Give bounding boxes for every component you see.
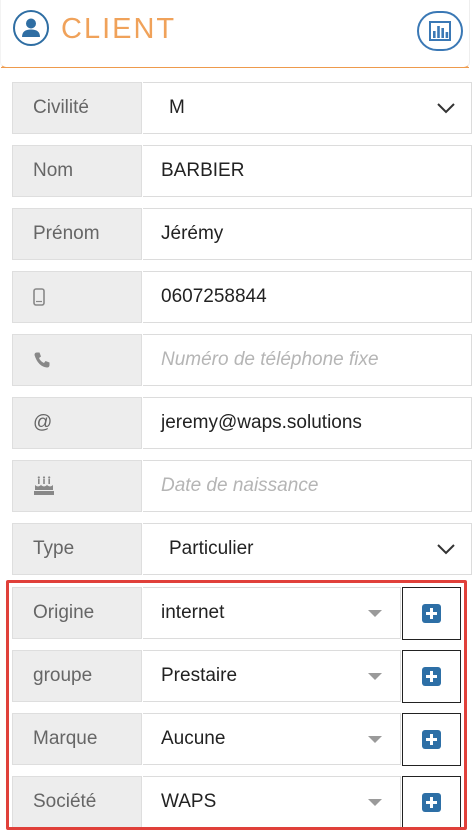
mobile-phone-icon — [33, 288, 45, 306]
add-societe-button[interactable] — [402, 776, 461, 829]
plus-square-icon — [422, 667, 441, 686]
nom-input[interactable]: BARBIER — [143, 145, 472, 197]
statistics-button[interactable] — [417, 11, 463, 51]
type-label: Type — [12, 523, 142, 575]
prenom-input[interactable]: Jérémy — [143, 208, 472, 260]
groupe-value: Prestaire — [161, 665, 238, 686]
caret-down-icon — [368, 736, 382, 743]
email-input[interactable]: jeremy@waps.solutions — [143, 397, 472, 449]
marque-select[interactable]: Aucune — [143, 713, 401, 765]
civilite-select[interactable]: M — [143, 82, 472, 134]
nom-label: Nom — [12, 145, 142, 197]
phone-icon — [34, 352, 50, 368]
societe-value: WAPS — [161, 791, 217, 812]
prenom-value: Jérémy — [161, 223, 224, 244]
naissance-label — [12, 460, 142, 512]
civilite-label: Civilité — [12, 82, 142, 134]
chevron-down-icon — [437, 103, 455, 114]
groupe-label: groupe — [12, 650, 142, 702]
origine-select[interactable]: internet — [143, 587, 401, 639]
add-marque-button[interactable] — [402, 713, 461, 766]
civilite-value: M — [169, 97, 185, 118]
fixe-input[interactable]: Numéro de téléphone fixe — [143, 334, 472, 386]
type-select[interactable]: Particulier — [143, 523, 472, 575]
user-icon — [13, 10, 49, 46]
bar-chart-icon — [429, 21, 451, 41]
mobile-label — [12, 271, 142, 323]
caret-down-icon — [368, 673, 382, 680]
marque-value: Aucune — [161, 728, 226, 749]
plus-square-icon — [422, 730, 441, 749]
fixe-placeholder: Numéro de téléphone fixe — [161, 349, 379, 370]
mobile-input[interactable]: 0607258844 — [143, 271, 472, 323]
mobile-value: 0607258844 — [161, 286, 267, 307]
marque-label: Marque — [12, 713, 142, 765]
add-groupe-button[interactable] — [402, 650, 461, 703]
societe-label: Société — [12, 776, 142, 828]
fixe-label — [12, 334, 142, 386]
page-title: CLIENT — [61, 13, 177, 45]
origine-label: Origine — [12, 587, 142, 639]
origine-value: internet — [161, 602, 225, 623]
birthday-cake-icon — [34, 476, 54, 495]
societe-select[interactable]: WAPS — [143, 776, 401, 828]
caret-down-icon — [368, 799, 382, 806]
naissance-placeholder: Date de naissance — [161, 475, 319, 496]
email-value: jeremy@waps.solutions — [161, 412, 362, 433]
groupe-select[interactable]: Prestaire — [143, 650, 401, 702]
naissance-input[interactable]: Date de naissance — [143, 460, 472, 512]
add-origine-button[interactable] — [402, 587, 461, 640]
caret-down-icon — [368, 610, 382, 617]
nom-value: BARBIER — [161, 160, 245, 181]
chevron-down-icon — [437, 544, 455, 555]
plus-square-icon — [422, 793, 441, 812]
type-value: Particulier — [169, 538, 254, 559]
client-header: CLIENT — [0, 0, 470, 68]
email-label: @ — [12, 397, 142, 449]
plus-square-icon — [422, 604, 441, 623]
prenom-label: Prénom — [12, 208, 142, 260]
header-divider — [1, 67, 469, 68]
